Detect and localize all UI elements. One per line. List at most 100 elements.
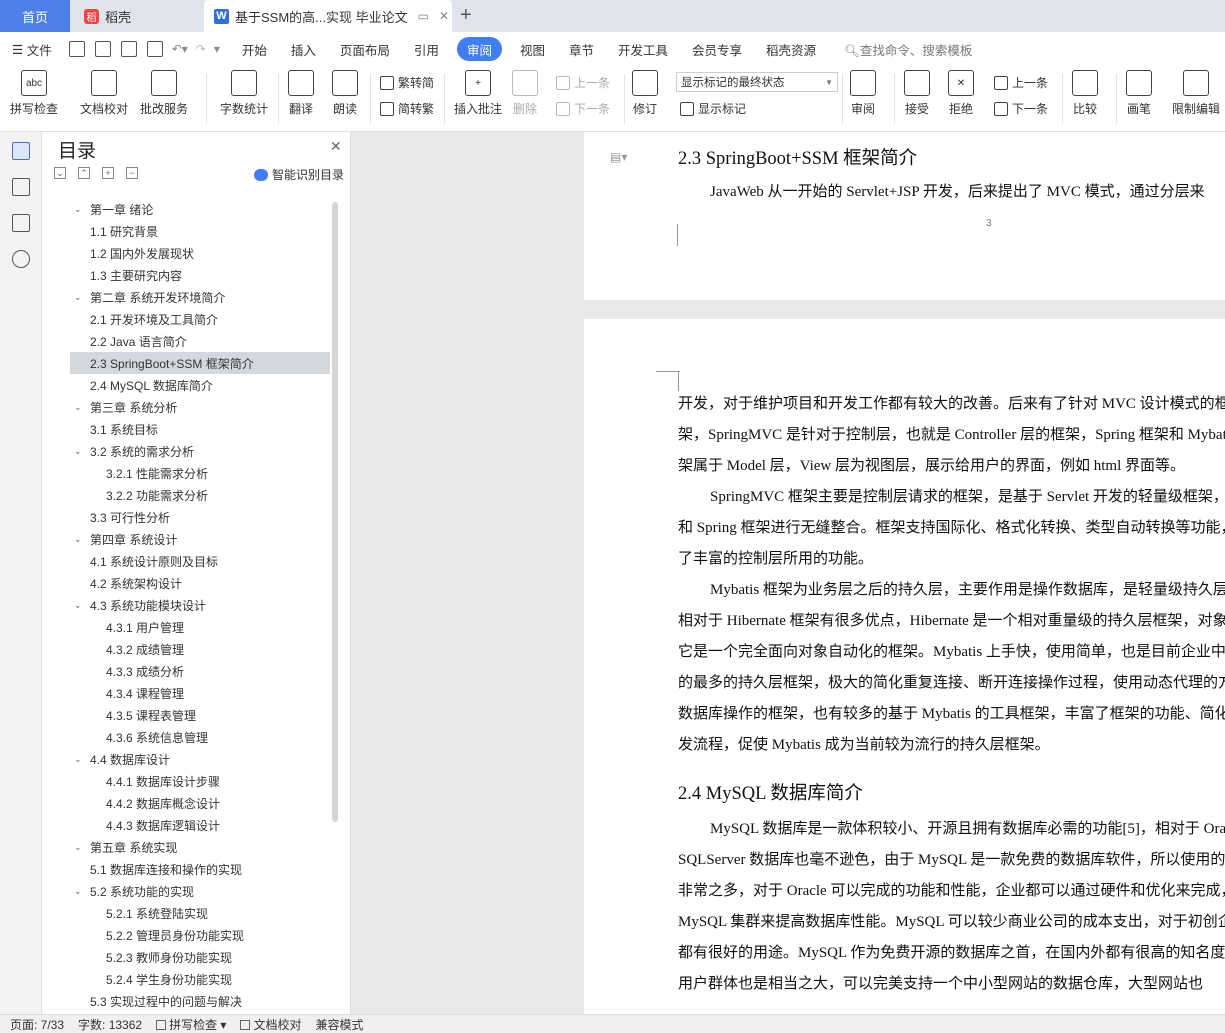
toc-item[interactable]: 2.1 开发环境及工具简介 [70,308,330,330]
tab-6[interactable]: 章节 [557,37,606,61]
print-icon[interactable] [120,41,137,57]
toc-item[interactable]: 3.3 可行性分析 [70,506,330,528]
trad-to-simp-button[interactable]: 繁转简 [380,74,434,91]
toc-item[interactable]: 1.1 研究背景 [70,220,330,242]
toc-item[interactable]: 1.3 主要研究内容 [70,264,330,286]
tab-home[interactable]: 首页 [0,0,70,32]
redo-icon[interactable]: ↷ [196,42,206,56]
more-icon[interactable]: ▾ [214,42,220,56]
page-options-icon[interactable]: ▤▾ [610,150,627,164]
tab-4[interactable]: 审阅 [456,37,502,61]
toc-item[interactable]: 4.4.2 数据库概念设计 [70,792,330,814]
chevron-down-icon[interactable]: ⌄ [74,204,86,215]
toc-icon[interactable] [12,142,30,160]
preview-icon[interactable] [146,41,163,57]
file-menu[interactable]: ☰ 文件 [0,37,64,61]
export-icon[interactable] [94,41,111,57]
toc-item[interactable]: 4.1 系统设计原则及目标 [70,550,330,572]
prev-comment-button[interactable]: 上一条 [556,74,610,91]
tab-document[interactable]: W 基于SSM的高...实现 毕业论文 ▭ ✕ [204,0,452,32]
pen-button[interactable]: 画笔 [1126,70,1152,117]
toc-item[interactable]: 4.3.4 课程管理 [70,682,330,704]
tab-daoke[interactable]: 稻稻壳 [72,0,202,32]
doc-proof-status[interactable]: 文档校对 [240,1016,301,1033]
tab-2[interactable]: 页面布局 [328,37,402,61]
spell-check-status[interactable]: 拼写检查 ▾ [156,1016,226,1033]
tab-7[interactable]: 开发工具 [606,37,680,61]
reject-button[interactable]: ✕ 拒绝 [948,70,974,117]
toc-item[interactable]: 4.3.3 成绩分析 [70,660,330,682]
show-markup-button[interactable]: 显示标记 [680,100,746,117]
compare-button[interactable]: 比较 [1072,70,1098,117]
review-pane-button[interactable]: 审阅 [850,70,876,117]
toc-item[interactable]: ⌄ 第五章 系统实现 [70,836,330,858]
bookmark-icon[interactable] [12,214,30,232]
toc-item[interactable]: 5.2.2 管理员身份功能实现 [70,924,330,946]
prev-change-button[interactable]: 上一条 [994,74,1048,91]
chevron-down-icon[interactable]: ⌄ [74,446,86,457]
simp-to-trad-button[interactable]: 简转繁 [380,100,434,117]
toc-item[interactable]: 4.3.6 系统信息管理 [70,726,330,748]
undo-icon[interactable]: ↶▾ [172,42,188,56]
page-indicator[interactable]: 页面: 7/33 [10,1016,64,1033]
doc-proof-button[interactable]: 文档校对 [80,70,128,117]
word-count-button[interactable]: 字数统计 [220,70,268,117]
insert-comment-button[interactable]: + 插入批注 [454,70,502,117]
save-icon[interactable] [68,41,85,57]
word-count[interactable]: 字数: 13362 [78,1016,142,1033]
toc-item[interactable]: ⌄ 第一章 绪论 [70,198,330,220]
revise-button[interactable]: 修订 [632,70,658,117]
toc-item[interactable]: 4.3.2 成绩管理 [70,638,330,660]
toc-item[interactable]: 2.2 Java 语言简介 [70,330,330,352]
tab-3[interactable]: 引用 [402,37,451,61]
new-tab-icon[interactable]: + [460,4,472,27]
restrict-edit-button[interactable]: 限制编辑 [1172,70,1220,117]
search-icon[interactable] [12,250,30,268]
toc-item[interactable]: 4.3.5 课程表管理 [70,704,330,726]
toc-item[interactable]: 2.4 MySQL 数据库简介 [70,374,330,396]
toc-item[interactable]: 3.1 系统目标 [70,418,330,440]
toc-item[interactable]: ⌄ 第四章 系统设计 [70,528,330,550]
chevron-down-icon[interactable]: ⌄ [74,886,86,897]
smart-toc-button[interactable]: 智能识别目录 [254,166,344,183]
toc-item[interactable]: 5.1 数据库连接和操作的实现 [70,858,330,880]
chapter-nav-icon[interactable] [12,178,30,196]
toc-item[interactable]: 1.2 国内外发展现状 [70,242,330,264]
toc-item[interactable]: ⌄ 第二章 系统开发环境简介 [70,286,330,308]
toc-item[interactable]: 3.2.1 性能需求分析 [70,462,330,484]
tab-5[interactable]: 视图 [508,37,557,61]
collapse-all-icon[interactable]: ⌄ [54,167,66,179]
toc-item[interactable]: 3.2.2 功能需求分析 [70,484,330,506]
read-aloud-button[interactable]: 朗读 [332,70,358,117]
delete-comment-button[interactable]: 删除 [512,70,538,117]
chevron-down-icon[interactable]: ⌄ [74,292,86,303]
close-icon[interactable]: ✕ [439,9,449,23]
toc-item[interactable]: 4.3.1 用户管理 [70,616,330,638]
accept-button[interactable]: 接受 [904,70,930,117]
add-icon[interactable]: + [102,167,114,179]
toc-item[interactable]: 5.3 实现过程中的问题与解决 [70,990,330,1012]
toc-item[interactable]: ⌄ 4.3 系统功能模块设计 [70,594,330,616]
next-change-button[interactable]: 下一条 [994,100,1048,117]
toc-item[interactable]: 4.2 系统架构设计 [70,572,330,594]
toc-item[interactable]: 2.3 SpringBoot+SSM 框架简介 [70,352,330,374]
next-comment-button[interactable]: 下一条 [556,100,610,117]
toc-item[interactable]: ⌄ 4.4 数据库设计 [70,748,330,770]
chevron-down-icon[interactable]: ⌄ [74,754,86,765]
spell-check-button[interactable]: abc 拼写检查 [10,70,58,117]
toc-item[interactable]: 4.4.3 数据库逻辑设计 [70,814,330,836]
expand-all-icon[interactable]: ⌃ [78,167,90,179]
toc-item[interactable]: ⌄ 3.2 系统的需求分析 [70,440,330,462]
toc-item[interactable]: 4.4.1 数据库设计步骤 [70,770,330,792]
tab-0[interactable]: 开始 [230,37,279,61]
close-icon[interactable]: ✕ [330,138,342,155]
chevron-down-icon[interactable]: ⌄ [74,534,86,545]
translate-button[interactable]: 翻译 [288,70,314,117]
tab-window-icon[interactable]: ▭ [418,9,429,23]
batch-service-button[interactable]: 批改服务 [140,70,188,117]
toc-scrollbar[interactable] [332,202,338,822]
markup-state-select[interactable]: 显示标记的最终状态 ▼ [676,72,838,92]
toc-item[interactable]: ⌄ 第三章 系统分析 [70,396,330,418]
tab-1[interactable]: 插入 [279,37,328,61]
remove-icon[interactable]: − [126,167,138,179]
